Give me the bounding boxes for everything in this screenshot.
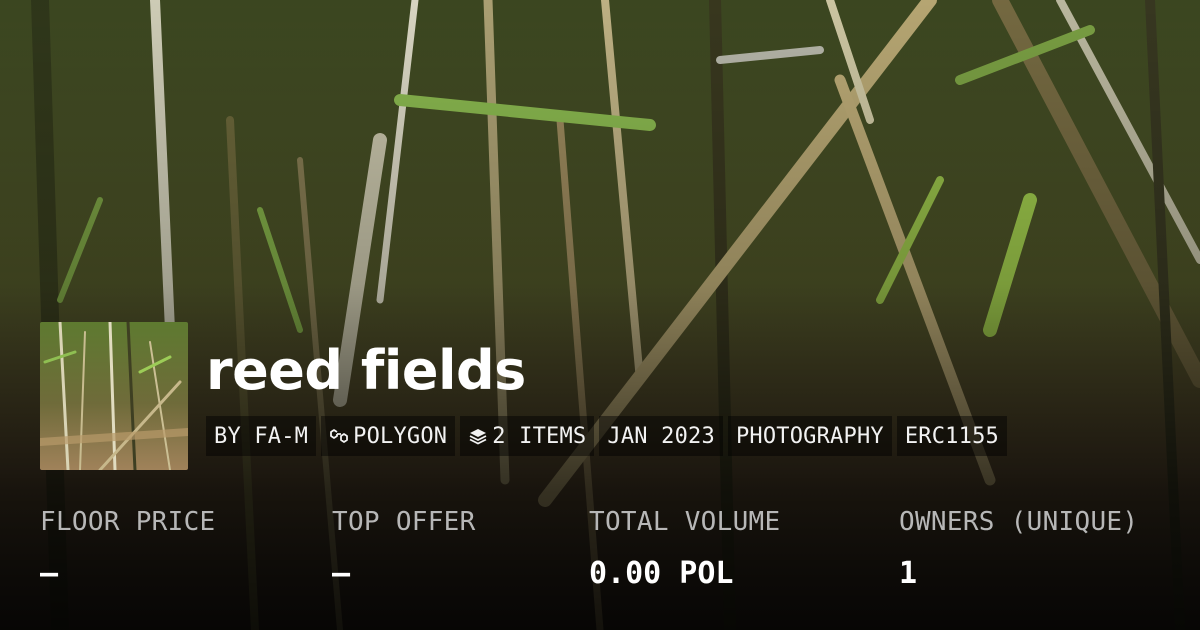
stat-top-offer-value: – bbox=[332, 556, 351, 591]
tag-category-label: PHOTOGRAPHY bbox=[735, 423, 884, 449]
stat-top-offer: TOP OFFER – bbox=[332, 504, 476, 594]
tag-category: PHOTOGRAPHY bbox=[727, 416, 892, 456]
tag-items-label: 2 ITEMS bbox=[492, 423, 587, 449]
layers-stack-icon bbox=[468, 426, 488, 446]
tag-creator-label: BY FA-M bbox=[214, 423, 309, 449]
stat-top-offer-label: TOP OFFER bbox=[332, 507, 476, 537]
collection-share-card: reed fields BY FA-M POLYGON 2 ITEMS JAN … bbox=[0, 0, 1200, 630]
tag-date: JAN 2023 bbox=[599, 416, 723, 456]
stat-floor-price-value: – bbox=[40, 556, 59, 591]
stat-total-volume: TOTAL VOLUME 0.00 POL bbox=[589, 504, 780, 594]
stat-floor-price-label: FLOOR PRICE bbox=[40, 507, 216, 537]
collection-meta-tags: BY FA-M POLYGON 2 ITEMS JAN 2023 PHOTOGR… bbox=[206, 416, 1007, 456]
polygon-chain-icon bbox=[329, 426, 349, 446]
stat-owners-value: 1 bbox=[899, 556, 918, 591]
tag-date-label: JAN 2023 bbox=[607, 423, 715, 449]
collection-title: reed fields bbox=[206, 339, 526, 402]
tag-token-standard: ERC1155 bbox=[896, 416, 1007, 456]
stat-owners-label: OWNERS (UNIQUE) bbox=[899, 507, 1139, 537]
tag-chain-label: POLYGON bbox=[353, 423, 448, 449]
tag-creator: BY FA-M bbox=[206, 416, 317, 456]
collection-stats: FLOOR PRICE – TOP OFFER – TOTAL VOLUME 0… bbox=[0, 504, 1200, 604]
stat-total-volume-value: 0.00 POL bbox=[589, 556, 734, 591]
tag-token-standard-label: ERC1155 bbox=[904, 423, 999, 449]
collection-avatar-image bbox=[40, 322, 188, 470]
stat-total-volume-label: TOTAL VOLUME bbox=[589, 507, 781, 537]
tag-chain: POLYGON bbox=[321, 416, 456, 456]
stat-owners: OWNERS (UNIQUE) 1 bbox=[899, 504, 1138, 594]
stat-floor-price: FLOOR PRICE – bbox=[40, 504, 216, 594]
tag-items: 2 ITEMS bbox=[460, 416, 595, 456]
